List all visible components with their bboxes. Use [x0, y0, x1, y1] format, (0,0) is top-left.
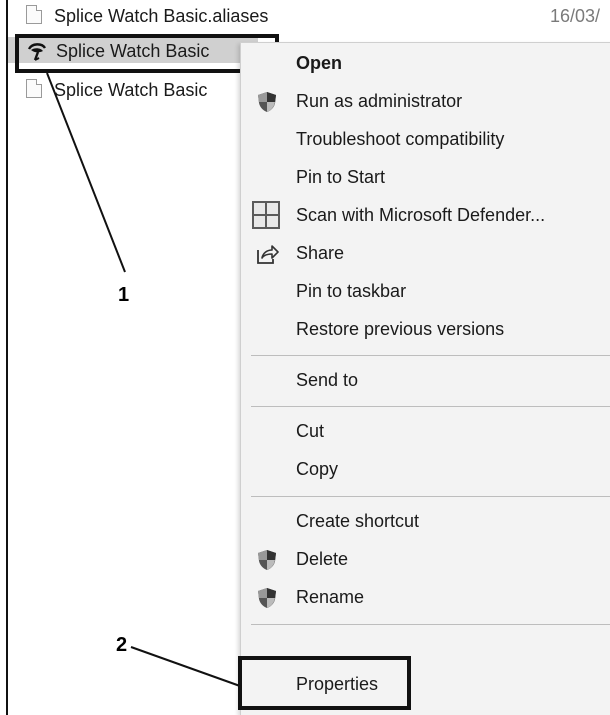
menu-item-label: Run as administrator	[296, 91, 463, 111]
menu-item-label: Copy	[296, 459, 339, 479]
context-menu: Open Run as administrator Troubleshoot c…	[240, 42, 610, 715]
menu-item-pin-to-start[interactable]: Pin to Start	[241, 160, 610, 196]
callout-number-1: 1	[118, 284, 130, 306]
menu-item-label: Troubleshoot compatibility	[296, 129, 505, 149]
callout-box-2	[238, 656, 411, 710]
menu-item-label: Scan with Microsoft Defender...	[296, 205, 546, 225]
menu-item-label: Pin to taskbar	[296, 281, 407, 301]
menu-item-send-to[interactable]: Send to	[241, 363, 610, 399]
menu-item-label: Create shortcut	[296, 511, 420, 531]
document-icon	[26, 79, 46, 99]
menu-item-rename[interactable]: Rename	[241, 580, 610, 616]
shield-icon	[255, 90, 279, 114]
shield-icon	[255, 548, 279, 572]
menu-item-restore-previous-versions[interactable]: Restore previous versions	[241, 312, 610, 348]
menu-item-cut[interactable]: Cut	[241, 414, 610, 450]
menu-item-create-shortcut[interactable]: Create shortcut	[241, 504, 610, 540]
menu-item-label: Cut	[296, 421, 325, 441]
menu-item-run-as-administrator[interactable]: Run as administrator	[241, 84, 610, 120]
file-date: 16/03/	[550, 6, 601, 26]
menu-separator	[251, 355, 610, 356]
menu-separator	[251, 406, 610, 407]
menu-item-scan-with-defender[interactable]: Scan with Microsoft Defender...	[241, 198, 610, 234]
menu-item-label: Pin to Start	[296, 167, 386, 187]
menu-item-label: Open	[296, 53, 343, 73]
menu-item-troubleshoot-compatibility[interactable]: Troubleshoot compatibility	[241, 122, 610, 158]
menu-item-label: Restore previous versions	[296, 319, 505, 339]
file-name: Splice Watch Basic.aliases	[54, 6, 269, 26]
shield-icon	[255, 586, 279, 610]
explorer-window: Splice Watch Basic.aliases 16/03/ Splice…	[6, 0, 610, 715]
menu-separator	[251, 624, 610, 625]
menu-item-label: Rename	[296, 587, 365, 607]
menu-item-pin-to-taskbar[interactable]: Pin to taskbar	[241, 274, 610, 310]
file-row-aliases[interactable]: Splice Watch Basic.aliases 16/03/	[8, 2, 610, 28]
callout-number-2: 2	[116, 634, 128, 656]
menu-item-delete[interactable]: Delete	[241, 542, 610, 578]
menu-item-label: Delete	[296, 549, 349, 569]
defender-icon	[251, 200, 281, 230]
file-name: Splice Watch Basic	[54, 80, 208, 100]
menu-item-label: Send to	[296, 370, 359, 390]
menu-separator	[251, 496, 610, 497]
share-icon	[255, 242, 279, 266]
menu-item-open[interactable]: Open	[241, 46, 610, 82]
document-icon	[26, 5, 46, 25]
menu-item-share[interactable]: Share	[241, 236, 610, 272]
menu-item-label: Share	[296, 243, 345, 263]
menu-item-copy[interactable]: Copy	[241, 452, 610, 488]
